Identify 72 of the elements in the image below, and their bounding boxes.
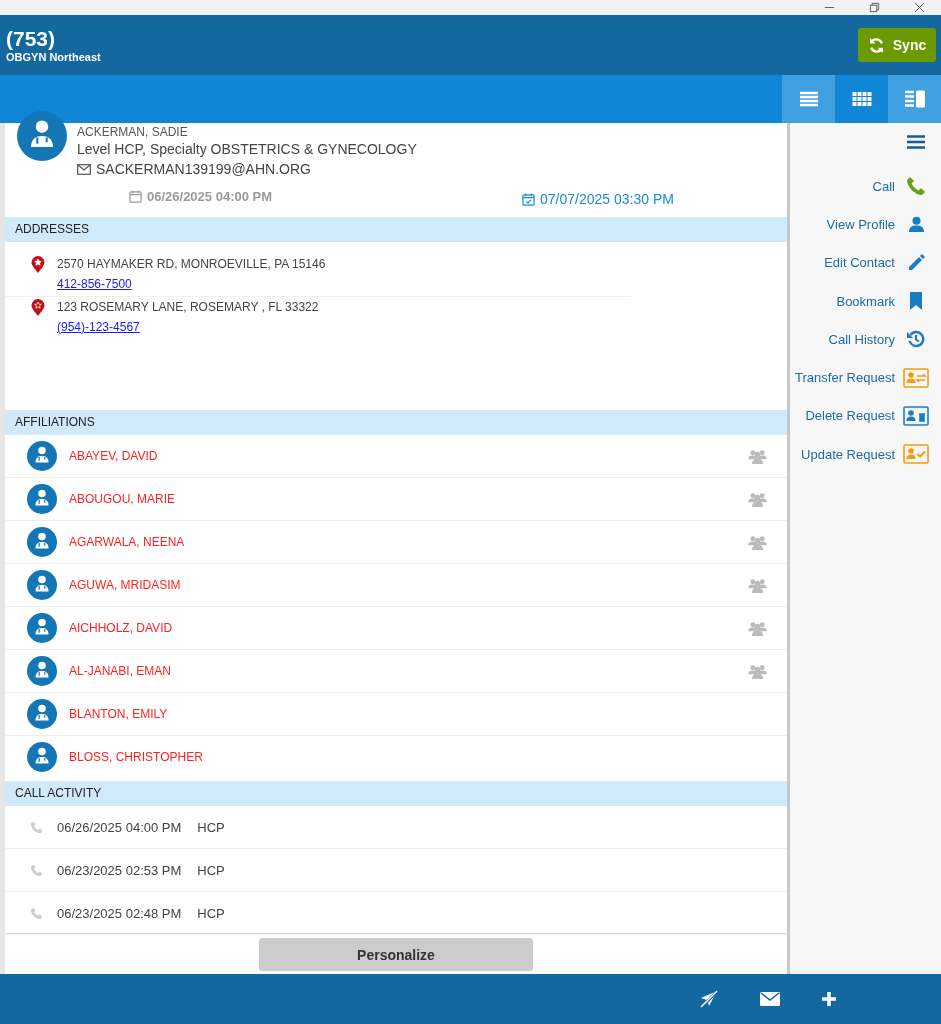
phone-link[interactable]: (954)-123-4567: [57, 320, 140, 334]
phone-icon: [30, 863, 43, 877]
pencil-icon[interactable]: [907, 253, 925, 272]
affiliation-name[interactable]: AGARWALA, NEENA: [69, 535, 736, 549]
view-toggle-button[interactable]: [782, 75, 835, 123]
envelope-icon: [77, 163, 91, 175]
contact-details: Level HCP, Specialty OBSTETRICS & GYNECOLOGY: [77, 140, 417, 159]
date-text: 07/07/2025 03:30 PM: [540, 191, 674, 207]
contact-name: ACKERMAN, SADIE: [77, 125, 189, 139]
section-header: CALL ACTIVITY: [5, 781, 787, 806]
section-header: ADDRESSES: [5, 217, 787, 242]
close-icon[interactable]: [914, 2, 925, 13]
affiliation-name[interactable]: AL-JANABI, EMAN: [69, 664, 736, 678]
call-time: 06/23/2025 02:53 PM: [57, 862, 182, 878]
history-icon[interactable]: [907, 330, 925, 349]
id-card-trash-icon[interactable]: [903, 405, 929, 426]
affiliation-name[interactable]: ABOUGOU, MARIE: [69, 492, 736, 506]
call-time: 06/23/2025 02:48 PM: [57, 905, 182, 921]
doctor-avatar-icon: [27, 570, 57, 600]
phone-icon: [30, 906, 43, 920]
action-link[interactable]: Update Request: [801, 446, 895, 462]
address-text: 2570 HAYMAKER RD, MONROEVILLE, PA 15146: [57, 256, 326, 273]
view-toggle-button[interactable]: [888, 75, 941, 123]
doctor-avatar-icon: [17, 111, 67, 161]
id-card-check-icon[interactable]: [903, 444, 929, 465]
contact-email: SACKERMAN139199@AHN.ORG: [96, 160, 311, 179]
header-title: (753): [6, 27, 57, 51]
address-text: 123 ROSEMARY LANE, ROSEMARY , FL 33322: [57, 299, 319, 316]
affiliation-name[interactable]: BLOSS, CHRISTOPHER: [69, 750, 767, 764]
plus-icon[interactable]: [821, 991, 837, 1007]
mail-icon[interactable]: [760, 992, 780, 1006]
affiliation-name[interactable]: AGUWA, MRIDASIM: [69, 578, 736, 592]
call-level: HCP: [197, 862, 225, 878]
person-icon[interactable]: [907, 215, 925, 233]
calendar-icon: [129, 189, 142, 203]
split-view-icon: [903, 90, 926, 108]
doctor-avatar-icon: [27, 527, 57, 557]
doctor-avatar-icon: [27, 441, 57, 471]
action-link[interactable]: Edit Contact: [824, 255, 895, 271]
phone-icon: [30, 820, 43, 834]
doctor-avatar-icon: [27, 742, 57, 772]
calendar-check-icon: [522, 192, 536, 206]
personalize-button[interactable]: Personalize: [259, 938, 533, 971]
affiliation-name[interactable]: AICHHOLZ, DAVID: [69, 621, 736, 635]
phone-icon[interactable]: [906, 176, 926, 197]
list-icon: [798, 91, 819, 107]
action-link[interactable]: Call History: [828, 331, 895, 347]
call-level: HCP: [197, 905, 225, 921]
call-time: 06/26/2025 04:00 PM: [57, 819, 182, 835]
doctor-avatar-icon: [27, 484, 57, 514]
sync-button[interactable]: Sync: [858, 28, 936, 62]
grid-icon: [851, 91, 872, 107]
menu-icon[interactable]: [907, 135, 925, 149]
action-link[interactable]: Call: [872, 178, 895, 194]
refresh-icon: [867, 36, 885, 54]
header-subtitle: OBGYN Northeast: [6, 51, 101, 63]
action-link[interactable]: Bookmark: [836, 293, 895, 309]
date-text: 06/26/2025 04:00 PM: [147, 188, 273, 204]
section-header: AFFILIATIONS: [5, 410, 787, 435]
action-link[interactable]: Delete Request: [805, 408, 895, 424]
phone-link[interactable]: 412-856-7500: [57, 277, 132, 291]
call-level: HCP: [197, 819, 225, 835]
action-link[interactable]: Transfer Request: [795, 370, 895, 386]
affiliation-name[interactable]: BLANTON, EMILY: [69, 707, 767, 721]
doctor-avatar-icon: [27, 613, 57, 643]
affiliation-name[interactable]: ABAYEV, DAVID: [69, 449, 736, 463]
doctor-avatar-icon: [27, 656, 57, 686]
action-link[interactable]: View Profile: [826, 216, 895, 232]
restore-icon[interactable]: [869, 2, 880, 13]
bookmark-icon[interactable]: [909, 292, 923, 311]
doctor-avatar-icon: [27, 699, 57, 729]
send-off-icon[interactable]: [699, 989, 719, 1009]
